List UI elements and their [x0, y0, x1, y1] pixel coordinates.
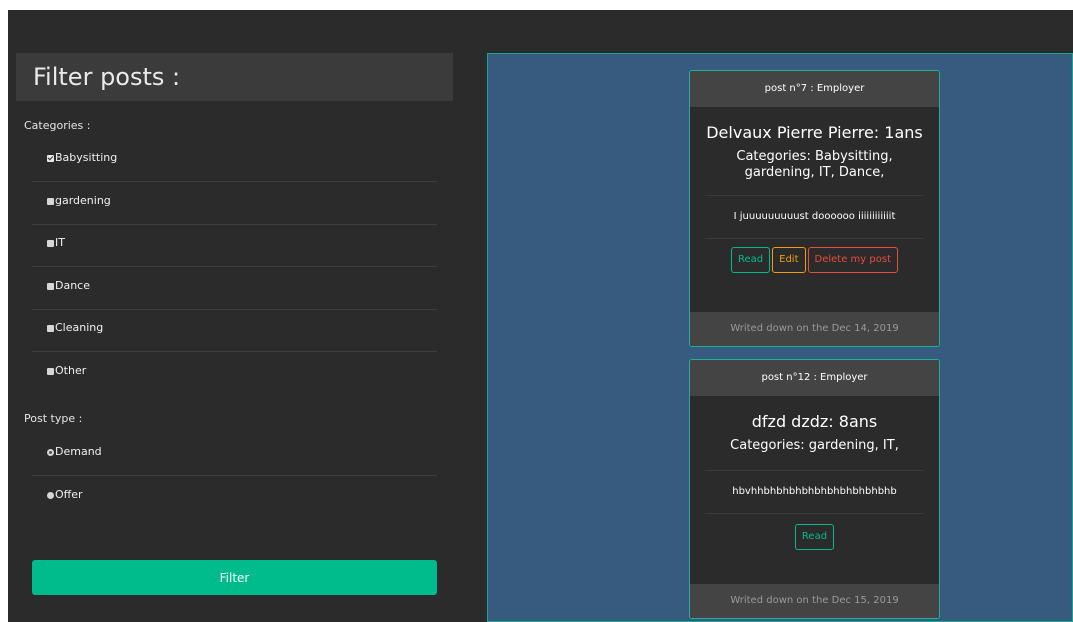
post-footer: Writed down on the Dec 14, 2019 [690, 312, 939, 346]
checkbox-checked-icon[interactable] [47, 155, 54, 162]
post-title: Delvaux Pierre Pierre: 1ans [706, 123, 923, 142]
category-dance-checkbox[interactable]: Dance [32, 267, 437, 310]
post-text: hbvhhbhbhbhbhbhbhbhbhbhbhb [732, 486, 897, 497]
post-type-option-label: Offer [55, 488, 83, 501]
radio-icon[interactable] [47, 492, 54, 499]
post-title: dfzd dzdz: 8ans [751, 412, 878, 431]
filter-title: Filter posts : [33, 63, 181, 91]
post-actions: Read Edit Delete my post [690, 247, 939, 273]
post-type-offer-radio[interactable]: Offer [32, 476, 437, 518]
post-categories: Categories: Babysitting, gardening, IT, … [736, 149, 893, 180]
post-card: post n°12 : Employer dfzd dzdz: 8ans Cat… [689, 359, 940, 619]
post-type-demand-radio[interactable]: Demand [32, 433, 437, 476]
category-it-checkbox[interactable]: IT [32, 224, 437, 267]
divider [705, 238, 924, 239]
post-header: post n°7 : Employer [690, 71, 939, 107]
delete-post-button[interactable]: Delete my post [807, 247, 898, 273]
read-button[interactable]: Read [794, 524, 835, 550]
filter-button[interactable]: Filter [32, 560, 437, 595]
category-label: Other [55, 364, 87, 377]
category-cleaning-checkbox[interactable]: Cleaning [32, 309, 437, 352]
category-label: IT [55, 236, 65, 249]
post-type-label: Post type : [24, 412, 83, 425]
checkbox-icon[interactable] [47, 368, 54, 375]
checkbox-icon[interactable] [47, 240, 54, 247]
divider [705, 470, 924, 471]
post-header: post n°12 : Employer [690, 360, 939, 396]
filter-sidebar: Filter posts : Categories : Babysitting … [8, 53, 453, 622]
checkbox-icon[interactable] [47, 198, 54, 205]
category-label: Cleaning [55, 321, 104, 334]
post-card: post n°7 : Employer Delvaux Pierre Pierr… [689, 70, 940, 347]
divider [705, 513, 924, 514]
category-gardening-checkbox[interactable]: gardening [32, 182, 437, 225]
divider [705, 195, 924, 196]
category-label: Babysitting [55, 151, 118, 164]
categories-label: Categories : [24, 119, 91, 132]
checkbox-icon[interactable] [47, 325, 54, 332]
post-text: I juuuuuuuuust doooooo iiiiiiiiiiiit [733, 211, 896, 222]
category-label: gardening [55, 194, 111, 207]
radio-checked-icon[interactable] [47, 449, 54, 456]
post-footer: Writed down on the Dec 15, 2019 [690, 584, 939, 618]
app-window: Filter posts : Categories : Babysitting … [8, 10, 1073, 622]
edit-button[interactable]: Edit [772, 247, 806, 273]
category-label: Dance [55, 279, 90, 292]
category-other-checkbox[interactable]: Other [32, 352, 437, 394]
posts-panel: post n°7 : Employer Delvaux Pierre Pierr… [487, 53, 1073, 622]
post-type-option-label: Demand [55, 445, 102, 458]
post-categories: Categories: gardening, IT, [730, 438, 899, 453]
category-babysitting-checkbox[interactable]: Babysitting [32, 139, 437, 182]
filter-header: Filter posts : [16, 53, 453, 101]
post-actions: Read [690, 524, 939, 550]
read-button[interactable]: Read [731, 247, 771, 273]
checkbox-icon[interactable] [47, 283, 54, 290]
